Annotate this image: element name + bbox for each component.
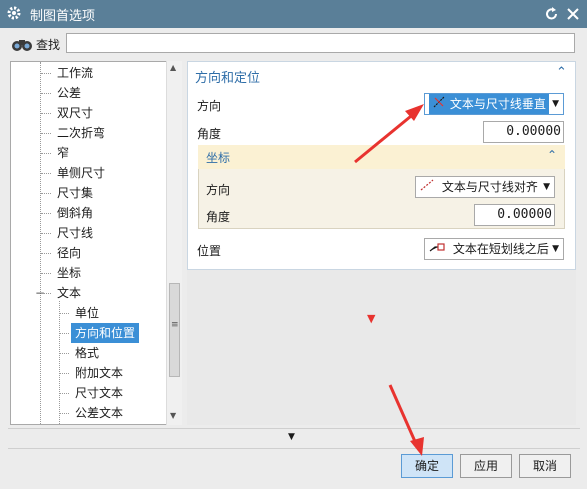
annotation-arrows [354,104,424,456]
